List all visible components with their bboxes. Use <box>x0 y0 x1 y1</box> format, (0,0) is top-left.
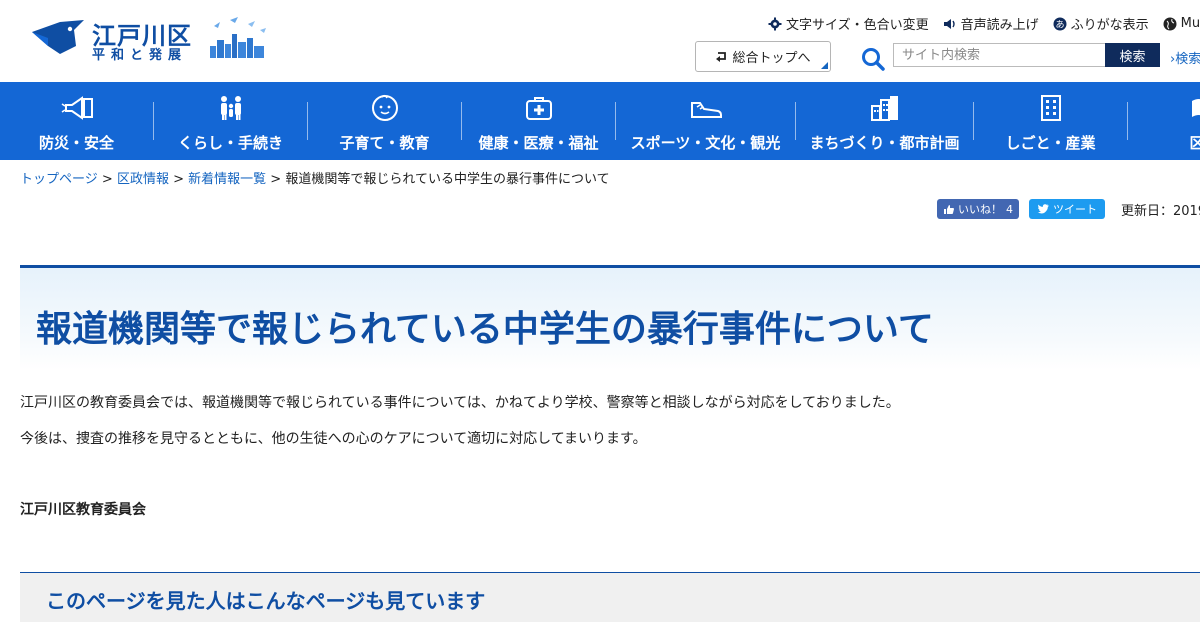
nav-item-living[interactable]: くらし・手続き <box>154 82 307 160</box>
medical-bag-icon <box>525 97 552 120</box>
page-title: 報道機関等で報じられている中学生の暴行事件について <box>36 309 934 350</box>
nav-label: 健康・医療・福祉 <box>478 134 599 152</box>
article-paragraph: 江戸川区の教育委員会では、報道機関等で報じられている事件については、かねてより学… <box>20 395 900 411</box>
facebook-like-button[interactable]: いいね！ 4 <box>937 199 1019 219</box>
corner-mark <box>821 62 828 69</box>
detail-search-link[interactable]: ›検索 <box>1170 48 1200 67</box>
gear-icon <box>768 17 782 30</box>
tweet-label: ツイート <box>1053 203 1097 216</box>
return-arrow-icon <box>716 51 727 62</box>
related-pages-section: このページを見た人はこんなページも見ています <box>20 572 1200 622</box>
voice-reading-label: 音声読み上げ <box>960 18 1039 33</box>
portal-top-label: 総合トップへ <box>732 51 811 66</box>
baby-icon <box>371 94 398 121</box>
social-bar: いいね！ 4 ツイート 更新日：2019 <box>937 199 1200 219</box>
voice-reading-link[interactable]: 音声読み上げ <box>943 14 1039 33</box>
city-icon <box>870 96 898 121</box>
nav-label: まちづくり・都市計画 <box>809 134 960 152</box>
building-icon <box>1040 95 1061 121</box>
cityscape-icon <box>210 17 266 58</box>
nav-label: 区政 <box>1189 134 1200 152</box>
utility-links: 文字サイズ・色合い変更 音声読み上げ あ ふりがな表示 Mu <box>768 14 1200 33</box>
sneaker-icon <box>690 102 722 118</box>
multilingual-link[interactable]: Mu <box>1163 14 1200 33</box>
furigana-icon: あ <box>1053 17 1067 30</box>
article-paragraph: 今後は、捜査の推移を見守るとともに、他の生徒への心のケアについて適切に対応してま… <box>20 431 647 447</box>
family-icon <box>220 96 241 120</box>
furigana-label: ふりがな表示 <box>1070 18 1149 33</box>
text-size-link[interactable]: 文字サイズ・色合い変更 <box>768 14 929 33</box>
text-size-label: 文字サイズ・色合い変更 <box>786 18 929 33</box>
breadcrumb-current: 報道機関等で報じられている中学生の暴行事件について <box>285 172 610 187</box>
book-icon <box>1191 99 1200 117</box>
breadcrumb: トップページ > 区政情報 > 新着情報一覧 > 報道機関等で報じられている中学… <box>20 168 610 187</box>
breadcrumb-separator: > <box>173 172 184 187</box>
nav-label: 防災・安全 <box>38 134 114 152</box>
nav-label: くらし・手続き <box>177 134 283 152</box>
tweet-button[interactable]: ツイート <box>1029 199 1105 219</box>
nav-item-work[interactable]: しごと・産業 <box>974 82 1127 160</box>
logo-subtitle: 平和と発展 <box>92 48 188 63</box>
related-pages-heading: このページを見た人はこんなページも見ています <box>46 589 486 613</box>
breadcrumb-separator: > <box>101 172 113 187</box>
site-logo[interactable]: 江戸川区 平和と発展 <box>30 16 270 64</box>
portal-top-button[interactable]: 総合トップへ <box>695 41 831 72</box>
speaker-icon <box>943 18 955 29</box>
like-count: 4 <box>1006 202 1013 216</box>
nav-label: しごと・産業 <box>1005 134 1096 152</box>
nav-item-health[interactable]: 健康・医療・福祉 <box>462 82 615 160</box>
nav-item-sports[interactable]: スポーツ・文化・観光 <box>616 82 795 160</box>
nav-item-disaster[interactable]: 防災・安全 <box>0 82 153 160</box>
breadcrumb-separator: > <box>270 172 282 187</box>
nav-item-government[interactable]: 区政 <box>1128 82 1200 160</box>
svg-text:あ: あ <box>1055 19 1064 30</box>
twitter-bird-icon <box>1037 204 1049 214</box>
site-search-input[interactable] <box>893 43 1106 67</box>
breadcrumb-link-government[interactable]: 区政情報 <box>117 172 169 187</box>
article-signature: 江戸川区教育委員会 <box>20 502 146 518</box>
site-header: 江戸川区 平和と発展 文字サイズ・色合い変更 音声読み上げ あ ふりがな表示 M… <box>0 0 1200 82</box>
search-icon <box>860 46 886 76</box>
megaphone-icon <box>61 96 93 120</box>
like-label: いいね！ <box>958 203 1002 216</box>
nav-label: 子育て・教育 <box>339 134 430 152</box>
breadcrumb-link-news[interactable]: 新着情報一覧 <box>188 172 266 187</box>
update-date: 更新日：2019 <box>1121 203 1200 219</box>
nav-item-urban[interactable]: まちづくり・都市計画 <box>796 82 973 160</box>
nav-item-childcare[interactable]: 子育て・教育 <box>308 82 461 160</box>
global-nav: 防災・安全 くらし・手続き 子育て・教育 健康・医療・福祉 スポーツ・文化・観光… <box>0 82 1200 160</box>
search-button[interactable]: 検索 <box>1105 43 1160 67</box>
breadcrumb-link-top[interactable]: トップページ <box>20 172 98 187</box>
multilingual-label: Mu <box>1180 16 1200 31</box>
nav-label: スポーツ・文化・観光 <box>630 134 781 152</box>
bird-logo-icon <box>32 20 84 54</box>
globe-icon <box>1163 17 1177 30</box>
thumbs-up-icon <box>944 204 954 214</box>
page-title-box: 報道機関等で報じられている中学生の暴行事件について <box>20 265 1200 370</box>
detail-search-label: 検索 <box>1175 52 1200 67</box>
furigana-link[interactable]: あ ふりがな表示 <box>1053 14 1149 33</box>
